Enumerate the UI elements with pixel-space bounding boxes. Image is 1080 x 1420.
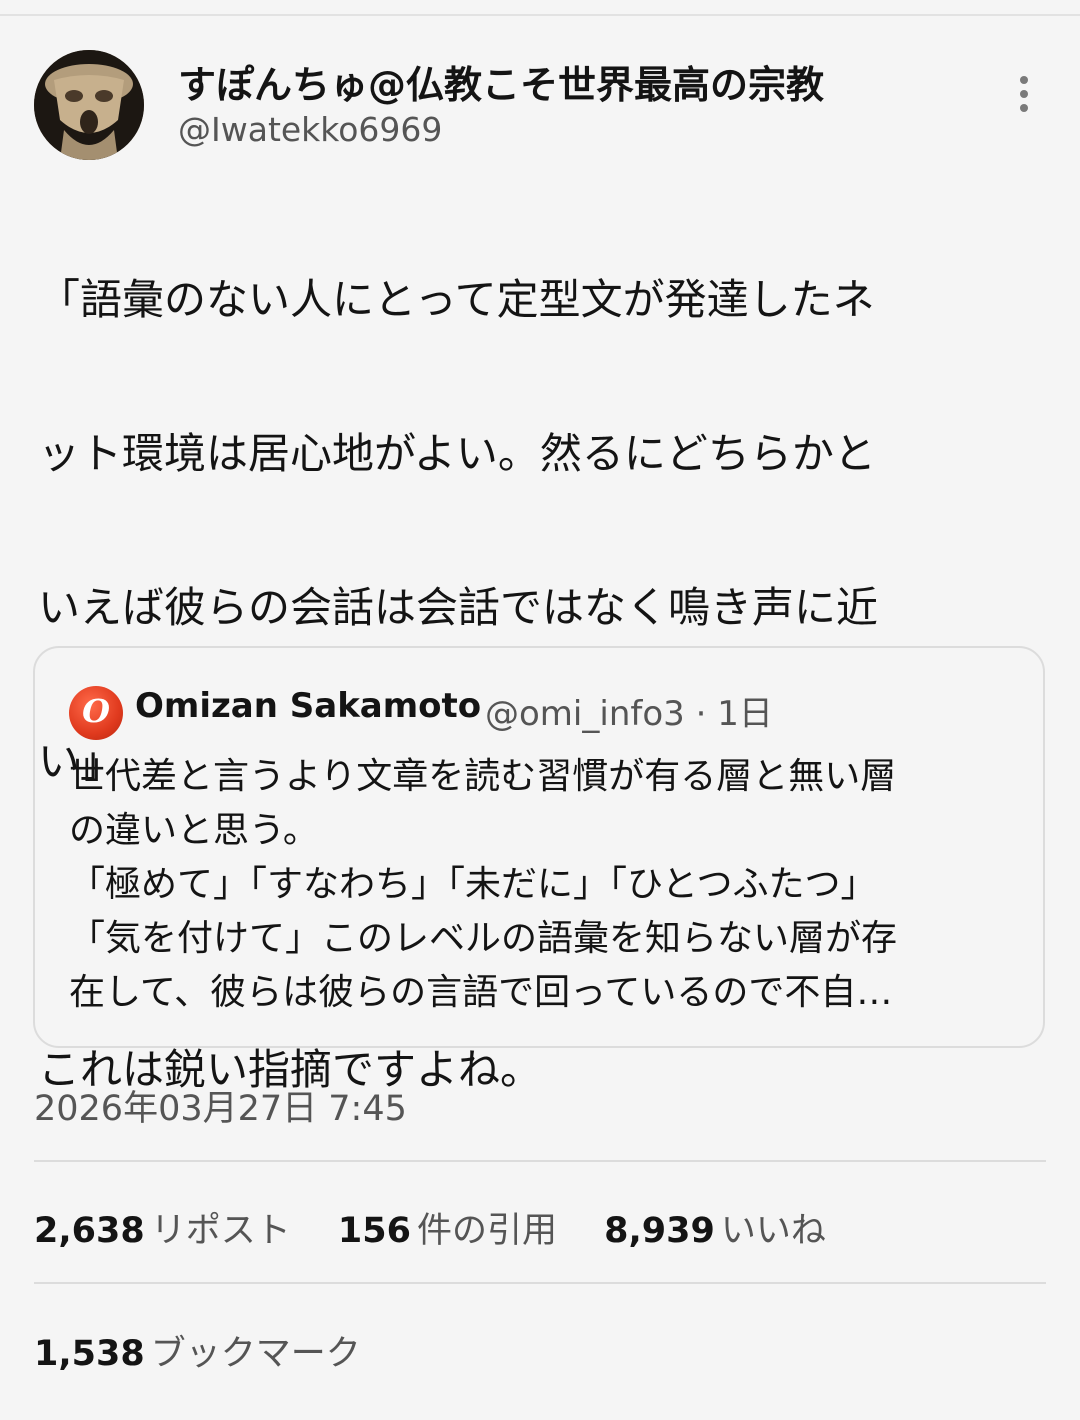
quote-author-avatar[interactable]: O [69, 686, 123, 740]
tweet-timestamp[interactable]: 2026年03月27日 7:45 [34, 1080, 407, 1131]
quote-line: 「気を付けて」このレベルの語彙を知らない層が存 [69, 918, 898, 959]
author-handle[interactable]: @Iwatekko6969 [178, 110, 442, 149]
quote-author-meta: @omi_info3 · 1日 [485, 694, 773, 734]
reposts-stat[interactable]: 2,638 リポスト [34, 1202, 291, 1253]
more-vertical-icon[interactable] [1006, 72, 1042, 116]
reposts-label: リポスト [150, 1211, 291, 1251]
quote-avatar-letter: O [82, 692, 110, 730]
likes-label: いいね [720, 1211, 826, 1251]
top-divider [0, 14, 1080, 16]
engagement-stats-row: 2,638 リポスト 156 件の引用 8,939 いいね [34, 1202, 862, 1253]
bookmarks-count: 1,538 [34, 1334, 145, 1374]
quotes-count: 156 [337, 1211, 411, 1251]
quotes-stat[interactable]: 156 件の引用 [338, 1202, 557, 1253]
bookmarks-stat[interactable]: 1,538 ブックマーク [34, 1325, 361, 1376]
quote-line: 世代差と言うより文章を読む習慣が有る層と無い層 [69, 756, 897, 797]
likes-count: 8,939 [604, 1211, 715, 1251]
divider [34, 1160, 1046, 1162]
bookmarks-stats-row: 1,538 ブックマーク [34, 1325, 397, 1376]
author-avatar[interactable] [34, 50, 144, 160]
quote-line: 在して、彼らは彼らの言語で回っているので不自… [69, 972, 893, 1013]
tweet-line: 「語彙のない人にとって定型文が発達したネ [38, 275, 875, 324]
quote-line: の違いと思う。 [69, 810, 319, 851]
quote-line: 「極めて」「すなわち」「未だに」「ひとつふたつ」 [69, 864, 877, 905]
tweet-line: ット環境は居心地がよい。然るにどちらかと [38, 429, 876, 478]
reposts-count: 2,638 [34, 1211, 145, 1251]
bookmarks-label: ブックマーク [150, 1334, 361, 1374]
quoted-tweet-card[interactable]: O Omizan Sakamoto @omi_info3 · 1日 世代差と言う… [33, 646, 1045, 1048]
quote-text: 世代差と言うより文章を読む習慣が有る層と無い層 の違いと思う。 「極めて」「すな… [69, 750, 1019, 1020]
divider [34, 1282, 1046, 1284]
clay-figure-avatar-icon [34, 50, 144, 160]
likes-stat[interactable]: 8,939 いいね [604, 1202, 826, 1253]
author-display-name[interactable]: すぽんちゅ@仏教こそ世界最高の宗教 [178, 54, 824, 109]
tweet-line: いえば彼らの会話は会話ではなく鳴き声に近 [38, 583, 879, 632]
quote-author-name[interactable]: Omizan Sakamoto [135, 686, 481, 726]
quotes-label: 件の引用 [416, 1211, 557, 1251]
